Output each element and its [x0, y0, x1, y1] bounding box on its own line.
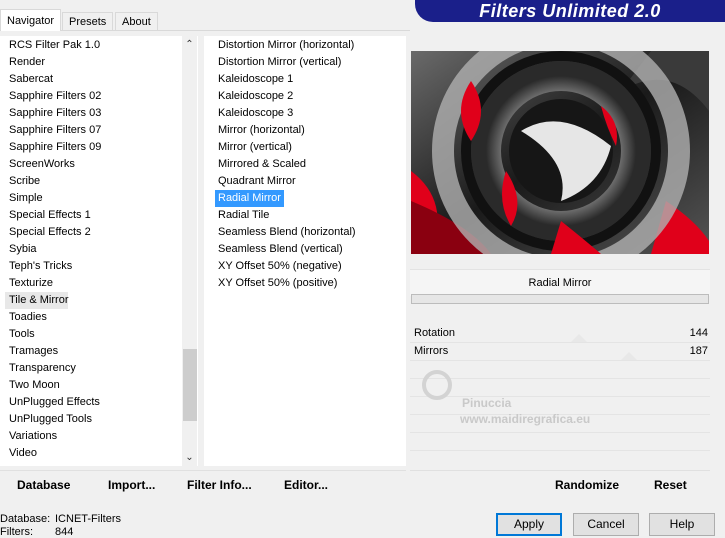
param-rotation[interactable]: Rotation 144 — [410, 325, 710, 342]
filter-item[interactable]: Mirror (vertical) — [215, 139, 295, 156]
filter-item[interactable]: Radial Mirror — [215, 190, 284, 207]
category-item[interactable]: Tile & Mirror — [5, 292, 69, 309]
title-banner: Filters Unlimited 2.0 — [415, 0, 725, 22]
help-button[interactable]: Help — [649, 513, 715, 536]
category-item[interactable]: UnPlugged Tools — [5, 411, 92, 428]
filter-item[interactable]: Kaleidoscope 3 — [215, 105, 296, 122]
category-item[interactable]: Tramages — [5, 343, 58, 360]
category-item[interactable]: Scribe — [5, 173, 40, 190]
category-item[interactable]: Sapphire Filters 09 — [5, 139, 101, 156]
editor-button[interactable]: Editor... — [284, 476, 328, 494]
category-item[interactable]: Video — [5, 445, 37, 462]
category-item[interactable]: Teph's Tricks — [5, 258, 72, 275]
banner-title: Filters Unlimited 2.0 — [479, 1, 661, 21]
tab-navigator[interactable]: Navigator — [0, 9, 61, 31]
filter-name-display: Radial Mirror — [410, 269, 710, 296]
preview-image — [411, 51, 709, 254]
category-item[interactable]: Two Moon — [5, 377, 60, 394]
category-item[interactable]: Special Effects 2 — [5, 224, 91, 241]
mirrors-slider-thumb[interactable] — [621, 352, 637, 360]
cancel-button[interactable]: Cancel — [573, 513, 639, 536]
filter-item[interactable]: XY Offset 50% (positive) — [215, 275, 340, 292]
category-list[interactable]: RCS Filter Pak 1.0 Render Sabercat Sapphire… — [0, 36, 198, 466]
param-label: Mirrors — [414, 345, 449, 357]
status-filters-label: Filters: — [0, 526, 33, 538]
database-button[interactable]: Database — [17, 476, 70, 494]
rotation-slider-thumb[interactable] — [571, 334, 587, 342]
filter-info-button[interactable]: Filter Info... — [187, 476, 252, 494]
divider — [410, 360, 710, 361]
status-filters-value: 844 — [55, 526, 74, 538]
progress-bar — [411, 294, 709, 304]
category-scrollbar[interactable]: ⌃ ⌄ — [182, 36, 197, 466]
category-item[interactable]: Transparency — [5, 360, 76, 377]
import-button[interactable]: Import... — [108, 476, 155, 494]
category-item[interactable]: Sybia — [5, 241, 37, 258]
category-item[interactable]: Texturize — [5, 275, 53, 292]
status-database-value: ICNET-Filters — [55, 513, 121, 525]
category-item[interactable]: Toadies — [5, 309, 47, 326]
preview-render — [411, 51, 709, 254]
filter-item[interactable]: Mirror (horizontal) — [215, 122, 308, 139]
filter-item[interactable]: Mirrored & Scaled — [215, 156, 309, 173]
scroll-down-icon[interactable]: ⌄ — [182, 449, 197, 466]
category-item[interactable]: Simple — [5, 190, 43, 207]
param-mirrors[interactable]: Mirrors 187 — [410, 343, 710, 360]
filter-item[interactable]: Distortion Mirror (horizontal) — [215, 37, 357, 54]
param-value: 144 — [689, 327, 708, 339]
scroll-up-icon[interactable]: ⌃ — [182, 36, 197, 53]
category-item[interactable]: RCS Filter Pak 1.0 — [5, 37, 100, 54]
watermark: Pinuccia www.maidiregrafica.eu — [422, 370, 632, 430]
filter-item[interactable]: Kaleidoscope 1 — [215, 71, 296, 88]
category-item[interactable]: Sapphire Filters 03 — [5, 105, 101, 122]
category-item[interactable]: Sapphire Filters 02 — [5, 88, 101, 105]
tab-divider — [0, 30, 410, 31]
param-label: Rotation — [414, 327, 455, 339]
filter-list[interactable]: Distortion Mirror (horizontal) Distortion… — [204, 36, 406, 466]
category-item[interactable]: Tools — [5, 326, 35, 343]
category-item[interactable]: ScreenWorks — [5, 156, 75, 173]
filter-item[interactable]: XY Offset 50% (negative) — [215, 258, 345, 275]
filter-item[interactable]: Seamless Blend (vertical) — [215, 241, 346, 258]
filter-item[interactable]: Kaleidoscope 2 — [215, 88, 296, 105]
reset-button[interactable]: Reset — [654, 476, 687, 494]
category-item[interactable]: UnPlugged Effects — [5, 394, 100, 411]
filter-item[interactable]: Seamless Blend (horizontal) — [215, 224, 359, 241]
category-item[interactable]: Sapphire Filters 07 — [5, 122, 101, 139]
watermark-line2: www.maidiregrafica.eu — [460, 412, 591, 426]
tab-presets[interactable]: Presets — [62, 12, 113, 30]
tab-about[interactable]: About — [115, 12, 158, 30]
category-item[interactable]: Sabercat — [5, 71, 53, 88]
randomize-button[interactable]: Randomize — [555, 476, 619, 494]
watermark-line1: Pinuccia — [462, 396, 512, 410]
filter-item[interactable]: Radial Tile — [215, 207, 272, 224]
watermark-logo-icon — [422, 370, 452, 400]
param-value: 187 — [689, 345, 708, 357]
apply-button[interactable]: Apply — [496, 513, 562, 536]
divider — [410, 450, 710, 451]
filter-item[interactable]: Quadrant Mirror — [215, 173, 299, 190]
status-database-label: Database: — [0, 513, 51, 525]
category-item[interactable]: Variations — [5, 428, 57, 445]
category-item[interactable]: Render — [5, 54, 45, 71]
category-item[interactable]: Special Effects 1 — [5, 207, 91, 224]
divider — [410, 432, 710, 433]
filter-item[interactable]: Distortion Mirror (vertical) — [215, 54, 344, 71]
scroll-thumb[interactable] — [183, 349, 197, 421]
